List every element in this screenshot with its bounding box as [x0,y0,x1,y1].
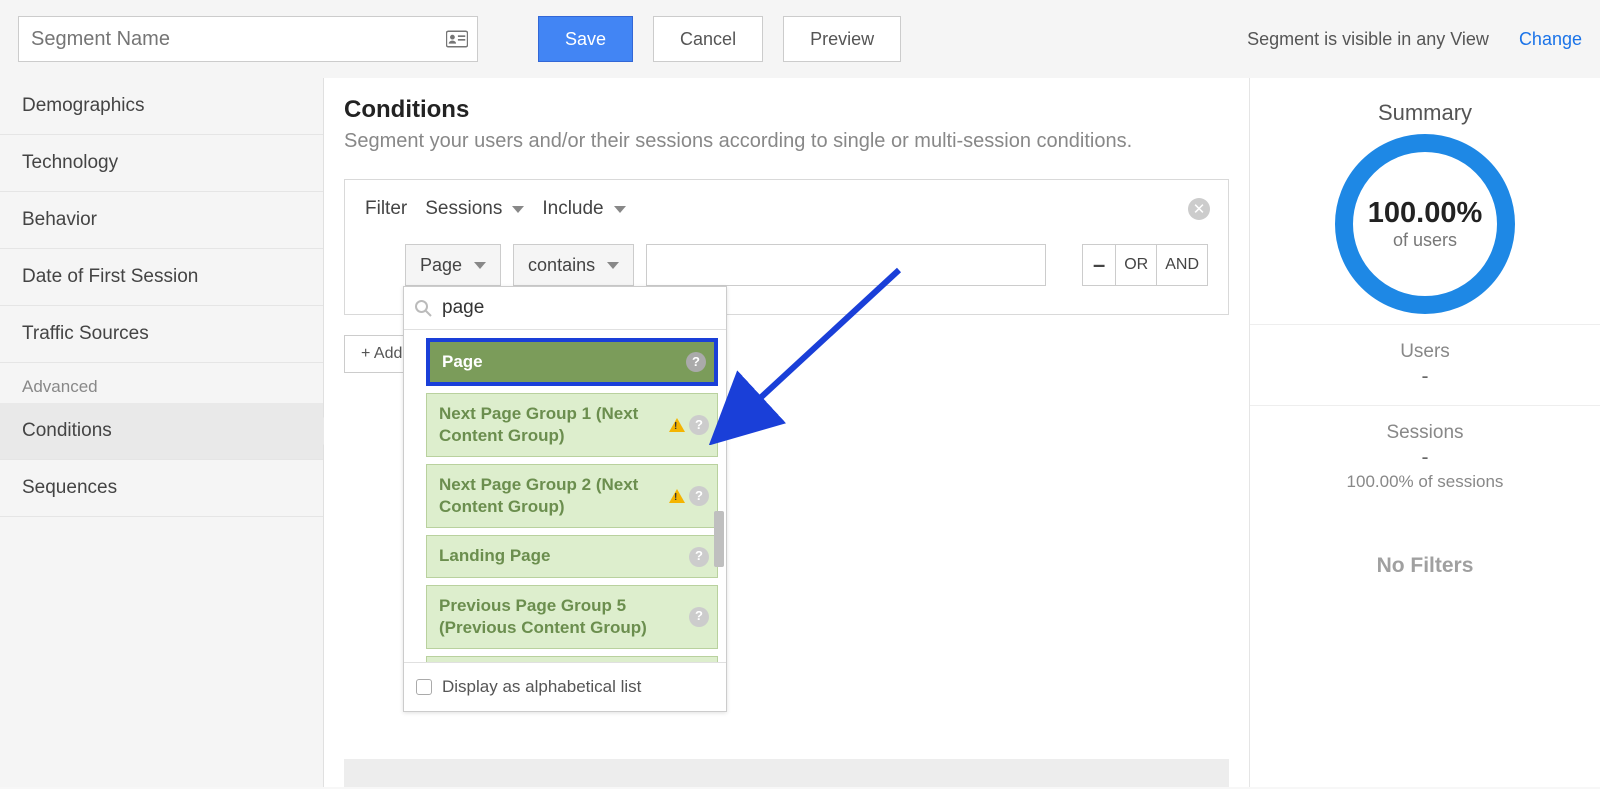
help-icon[interactable]: ? [686,352,706,372]
alphabetical-checkbox[interactable] [416,679,432,695]
chevron-down-icon [607,262,619,269]
sidebar-item-conditions[interactable]: Conditions [0,403,323,460]
help-icon[interactable]: ? [689,607,709,627]
page-subtitle: Segment your users and/or their sessions… [344,130,1229,153]
remove-condition-button[interactable]: – [1082,244,1116,286]
match-type-selector[interactable]: contains [513,244,634,286]
warning-icon [669,418,685,432]
remove-filter-icon[interactable]: ✕ [1188,198,1210,220]
sidebar-item-technology[interactable]: Technology [0,135,323,192]
scrollbar-thumb[interactable] [714,511,724,567]
preview-button[interactable]: Preview [783,16,901,62]
id-card-icon [446,30,468,48]
bottom-bar [344,759,1229,787]
no-filters-label: No Filters [1250,554,1600,578]
filter-card: ✕ Filter Sessions Include Page co [344,179,1229,315]
dimension-option[interactable]: Previous Page Group 4 (Previous Content … [426,656,718,662]
dimension-dropdown-panel: Page ? Next Page Group 1 (Next Content G… [403,286,727,712]
visibility-text: Segment is visible in any View [1247,29,1489,50]
dimension-selector-value: Page [420,255,462,276]
chevron-down-icon [614,206,626,213]
dimension-option[interactable]: Landing Page ? [426,535,718,577]
alphabetical-checkbox-label: Display as alphabetical list [442,677,641,697]
users-label: Users [1260,341,1590,363]
sidebar-item-traffic-sources[interactable]: Traffic Sources [0,306,323,363]
include-dropdown[interactable]: Include [542,198,625,220]
dimension-option-label: Page [442,352,483,371]
top-toolbar: Save Cancel Preview Segment is visible i… [0,0,1600,78]
summary-panel: Summary 100.00% of users Users - Session… [1250,78,1600,787]
sidebar-item-behavior[interactable]: Behavior [0,192,323,249]
sidebar: Demographics Technology Behavior Date of… [0,78,324,787]
condition-logic-group: – OR AND [1082,244,1208,286]
sidebar-item-date-first-session[interactable]: Date of First Session [0,249,323,306]
dimension-option-page[interactable]: Page ? [426,338,718,386]
and-button[interactable]: AND [1157,244,1208,286]
filter-label: Filter [365,198,407,220]
dimension-search-input[interactable] [404,287,726,329]
scope-dropdown-value: Sessions [425,198,502,220]
chevron-down-icon [512,206,524,213]
dimension-option-label: Previous Page Group 5 (Previous Content … [439,596,647,637]
sidebar-item-demographics[interactable]: Demographics [0,78,323,135]
help-icon[interactable]: ? [689,415,709,435]
or-button[interactable]: OR [1116,244,1157,286]
summary-donut-label: of users [1393,230,1457,251]
summary-donut: 100.00% of users [1335,134,1515,314]
page-title: Conditions [344,96,1229,124]
cancel-button[interactable]: Cancel [653,16,763,62]
segment-name-field-wrap [18,16,478,62]
sessions-value: - [1260,446,1590,470]
main-panel: Conditions Segment your users and/or the… [324,78,1250,787]
condition-value-input[interactable] [646,244,1046,286]
sidebar-item-sequences[interactable]: Sequences [0,460,323,517]
summary-users: Users - [1250,324,1600,405]
dimension-option[interactable]: Previous Page Group 5 (Previous Content … [426,585,718,649]
search-icon [414,299,432,317]
users-value: - [1260,365,1590,389]
segment-name-input[interactable] [18,16,478,62]
dimension-option-label: Landing Page [439,546,550,565]
help-icon[interactable]: ? [689,547,709,567]
scope-dropdown[interactable]: Sessions [425,198,524,220]
annotation-arrow-icon [704,265,924,445]
dimension-selector[interactable]: Page [405,244,501,286]
summary-percent: 100.00% [1368,197,1483,230]
match-type-value: contains [528,255,595,276]
dimension-list[interactable]: Page ? Next Page Group 1 (Next Content G… [404,330,726,662]
chevron-down-icon [474,262,486,269]
sidebar-advanced-label: Advanced [0,363,323,403]
save-button[interactable]: Save [538,16,633,62]
help-icon[interactable]: ? [689,486,709,506]
dimension-option[interactable]: Next Page Group 2 (Next Content Group) ? [426,464,718,528]
sessions-sub: 100.00% of sessions [1260,472,1590,492]
dimension-option[interactable]: Next Page Group 1 (Next Content Group) ? [426,393,718,457]
warning-icon [669,489,685,503]
summary-sessions: Sessions - 100.00% of sessions [1250,405,1600,508]
summary-title: Summary [1250,100,1600,126]
dimension-option-label: Next Page Group 2 (Next Content Group) [439,475,638,516]
dimension-option-label: Next Page Group 1 (Next Content Group) [439,404,638,445]
change-visibility-link[interactable]: Change [1519,29,1582,50]
include-dropdown-value: Include [542,198,603,220]
sessions-label: Sessions [1260,422,1590,444]
